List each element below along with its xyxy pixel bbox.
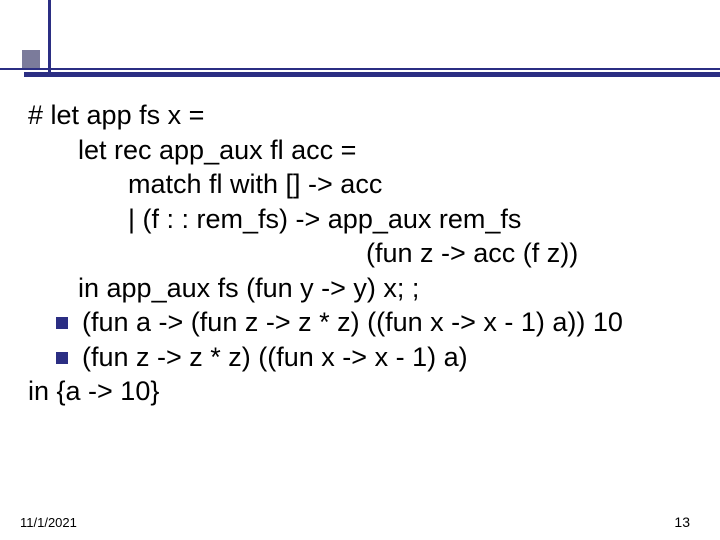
slide: # let app fs x = let rec app_aux fl acc … bbox=[0, 0, 720, 540]
header-line-thick bbox=[24, 72, 720, 77]
code-bullet-2: (fun z -> z * z) ((fun x -> x - 1) a) bbox=[82, 340, 468, 375]
code-line-4: | (f : : rem_fs) -> app_aux rem_fs bbox=[128, 202, 521, 237]
code-line-3: match fl with [] -> acc bbox=[128, 167, 382, 202]
header-line-vertical bbox=[48, 0, 51, 77]
code-line-6: in app_aux fs (fun y -> y) x; ; bbox=[78, 271, 419, 306]
bullet-icon bbox=[56, 352, 68, 364]
code-line-9: in {a -> 10} bbox=[28, 374, 159, 409]
header-accent-square bbox=[22, 50, 40, 68]
header-decoration bbox=[0, 0, 720, 90]
code-line-5: (fun z -> acc (f z)) bbox=[366, 236, 578, 271]
code-line-1: # let app fs x = bbox=[28, 98, 204, 133]
code-line-2: let rec app_aux fl acc = bbox=[78, 133, 356, 168]
header-line-thin bbox=[0, 68, 720, 70]
code-bullet-1: (fun a -> (fun z -> z * z) ((fun x -> x … bbox=[82, 305, 623, 340]
bullet-icon bbox=[56, 317, 68, 329]
footer-page-number: 13 bbox=[674, 514, 690, 530]
footer-date: 11/1/2021 bbox=[20, 515, 77, 530]
slide-content: # let app fs x = let rec app_aux fl acc … bbox=[28, 98, 700, 409]
